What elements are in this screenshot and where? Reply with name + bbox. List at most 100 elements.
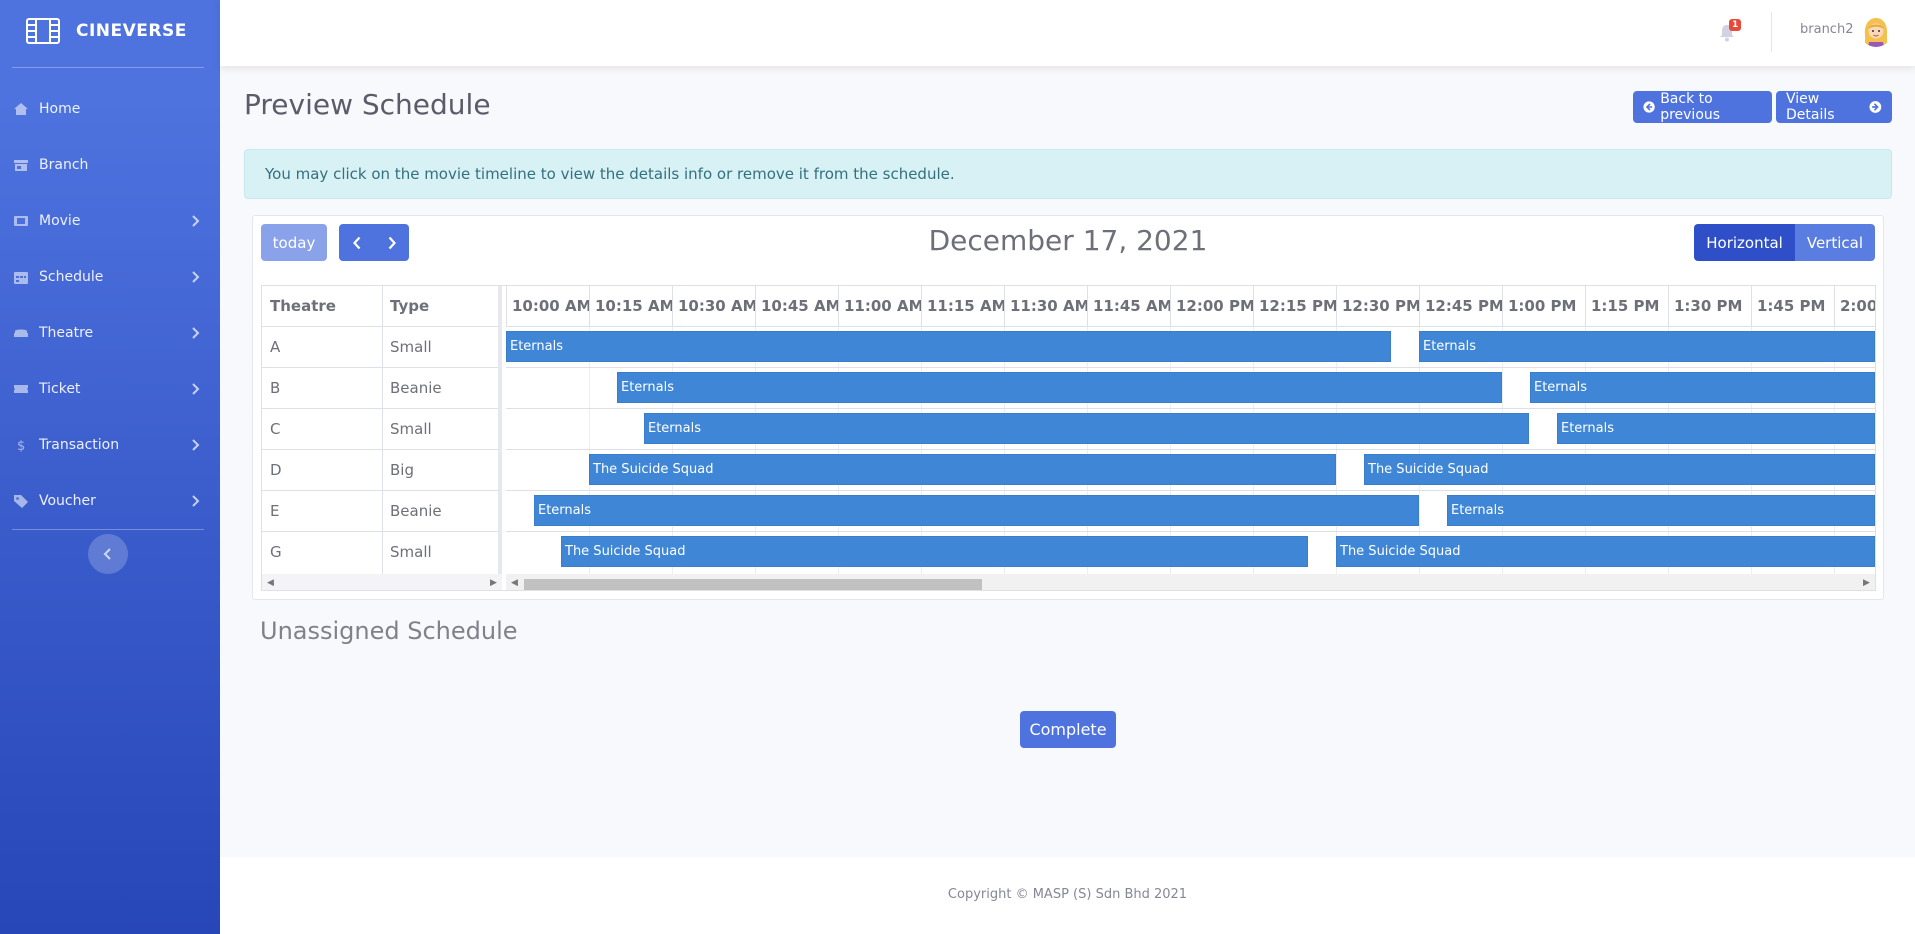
type-cell: Small — [390, 420, 432, 438]
scroll-right-arrow[interactable]: ▶ — [490, 578, 497, 588]
time-slot-header: 1:30 PM — [1668, 286, 1751, 326]
vertical-view-button[interactable]: Vertical — [1794, 224, 1875, 261]
time-panel: 10:00 AM 10:15 AM 10:30 AM 10:45 AM 11:00 AM… — [506, 286, 1875, 590]
sidebar-item-ticket[interactable]: Ticket — [0, 361, 220, 417]
svg-text:$: $ — [17, 439, 25, 453]
time-slot-header: 12:30 PM — [1336, 286, 1419, 326]
footer: Copyright © MASP (S) Sdn Bhd 2021 — [220, 857, 1915, 934]
chevron-right-icon — [192, 271, 200, 283]
movie-event[interactable]: Eternals — [1557, 413, 1875, 444]
horizontal-view-button[interactable]: Horizontal — [1694, 224, 1795, 261]
tags-icon — [13, 493, 29, 509]
theatre-cell: C — [270, 420, 281, 438]
chevron-right-icon — [192, 383, 200, 395]
movie-event[interactable]: The Suicide Squad — [561, 536, 1308, 567]
time-slot-header: 10:00 AM — [506, 286, 589, 326]
timeline-grid: Theatre Type A Small B Beanie C Small D Big E Bea… — [261, 285, 1876, 591]
arrow-circle-left-icon — [1643, 101, 1655, 113]
view-toggle: Horizontal Vertical — [1694, 224, 1875, 261]
scroll-left-arrow[interactable]: ◀ — [267, 578, 274, 588]
row-gridline — [506, 326, 1875, 327]
time-slot-header: 11:45 AM — [1087, 286, 1170, 326]
movie-event[interactable]: Eternals — [506, 331, 1391, 362]
sidebar-item-home[interactable]: Home — [0, 81, 220, 137]
avatar-icon — [1860, 15, 1892, 47]
time-slot-header: 11:30 AM — [1004, 286, 1087, 326]
time-slot-header: 10:30 AM — [672, 286, 755, 326]
sidebar-divider — [12, 67, 204, 68]
complete-button[interactable]: Complete — [1020, 711, 1116, 748]
prev-button[interactable] — [339, 224, 374, 261]
today-button[interactable]: today — [261, 224, 327, 261]
timeline-scrollbar[interactable]: ◀ ▶ — [506, 574, 1875, 590]
time-slot-header: 12:00 PM — [1170, 286, 1253, 326]
time-slot-header: 1:15 PM — [1585, 286, 1668, 326]
sidebar-item-schedule[interactable]: Schedule — [0, 249, 220, 305]
type-cell: Beanie — [390, 502, 442, 520]
sidebar-item-theatre[interactable]: Theatre — [0, 305, 220, 361]
unassigned-title: Unassigned Schedule — [260, 617, 518, 645]
movie-event[interactable]: Eternals — [1530, 372, 1875, 403]
row-gridline — [506, 408, 1875, 409]
movie-event[interactable]: The Suicide Squad — [1364, 454, 1875, 485]
back-button[interactable]: Back to previous — [1633, 91, 1772, 123]
sidebar-item-label: Branch — [39, 157, 89, 173]
sidebar-item-branch[interactable]: Branch — [0, 137, 220, 193]
sidebar: CINEVERSE Home Branch Movie Schedule Theatre… — [0, 0, 220, 934]
resource-row: C Small — [262, 408, 498, 449]
resource-row: D Big — [262, 449, 498, 490]
resource-scrollbar[interactable]: ◀ ▶ — [262, 574, 502, 590]
sidebar-item-voucher[interactable]: Voucher — [0, 473, 220, 529]
scrollbar-thumb[interactable] — [524, 579, 982, 590]
view-details-button[interactable]: View Details — [1776, 91, 1892, 123]
store-icon — [13, 157, 29, 173]
resource-row: G Small — [262, 531, 498, 572]
next-button[interactable] — [374, 224, 409, 261]
scroll-right-arrow[interactable]: ▶ — [1863, 578, 1870, 588]
page-title: Preview Schedule — [244, 88, 491, 121]
type-cell: Small — [390, 543, 432, 561]
theatre-header: Theatre — [270, 297, 336, 315]
sidebar-item-label: Theatre — [39, 325, 94, 341]
chevron-right-icon — [192, 495, 200, 507]
time-slot-header: 2:00 PM — [1834, 286, 1875, 326]
avatar[interactable] — [1860, 15, 1892, 47]
film-icon — [13, 213, 29, 229]
sidebar-item-transaction[interactable]: $ Transaction — [0, 417, 220, 473]
theatre-cell: E — [270, 502, 280, 520]
sidebar-item-label: Schedule — [39, 269, 104, 285]
movie-event[interactable]: The Suicide Squad — [589, 454, 1336, 485]
movie-event[interactable]: Eternals — [644, 413, 1529, 444]
sidebar-toggle-button[interactable] — [88, 534, 128, 574]
movie-event[interactable]: Eternals — [1447, 495, 1875, 526]
film-logo-icon — [26, 18, 60, 44]
sidebar-item-movie[interactable]: Movie — [0, 193, 220, 249]
row-gridline — [506, 449, 1875, 450]
brand[interactable]: CINEVERSE — [0, 0, 220, 62]
back-button-label: Back to previous — [1660, 91, 1721, 123]
row-gridline — [506, 490, 1875, 491]
couch-icon — [13, 325, 29, 341]
movie-event[interactable]: Eternals — [534, 495, 1419, 526]
home-icon — [13, 101, 29, 117]
chevron-left-icon — [352, 236, 360, 249]
arrow-circle-right-icon — [1869, 101, 1882, 113]
schedule-calendar: today December 17, 2021 Horizontal Verti… — [252, 215, 1884, 600]
topbar-divider — [1771, 12, 1772, 52]
resource-row: B Beanie — [262, 367, 498, 408]
dollar-icon: $ — [13, 437, 29, 453]
movie-event[interactable]: Eternals — [617, 372, 1502, 403]
calendar-icon — [13, 269, 29, 285]
chevron-left-icon — [103, 548, 111, 560]
movie-event[interactable]: Eternals — [1419, 331, 1875, 362]
type-cell: Beanie — [390, 379, 442, 397]
scroll-left-arrow[interactable]: ◀ — [511, 578, 518, 588]
notification-button[interactable]: 1 — [1717, 19, 1742, 45]
info-alert: You may click on the movie timeline to v… — [244, 149, 1892, 199]
sidebar-item-label: Ticket — [39, 381, 81, 397]
chevron-right-icon — [192, 215, 200, 227]
sidebar-item-label: Home — [39, 101, 81, 117]
user-name[interactable]: branch2 — [1800, 22, 1853, 37]
movie-event[interactable]: The Suicide Squad — [1336, 536, 1875, 567]
theatre-cell: A — [270, 338, 281, 356]
